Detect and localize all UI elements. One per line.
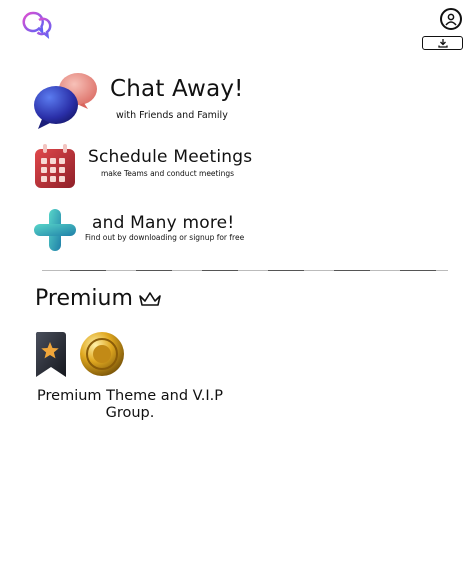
feature-title: and Many more! (92, 213, 235, 233)
feature-subtitle: with Friends and Family (116, 110, 228, 121)
feature-title: Chat Away! (110, 76, 244, 102)
user-circle-icon (445, 13, 457, 26)
gold-coin-icon (80, 332, 124, 376)
calendar-icon (35, 144, 75, 188)
premium-description: Premium Theme and V.I.P Group. (37, 388, 223, 421)
feature-subtitle: make Teams and conduct meetings (101, 169, 234, 178)
feature-subtitle: Find out by downloading or signup for fr… (85, 233, 245, 242)
download-button[interactable] (422, 36, 463, 50)
plus-icon (34, 209, 76, 251)
premium-heading: Premium (35, 286, 133, 311)
app-logo[interactable] (22, 10, 52, 40)
download-icon (437, 38, 448, 48)
star-bookmark-icon (35, 332, 66, 377)
speech-bubbles-icon (34, 73, 97, 129)
crown-icon (139, 292, 161, 306)
feature-title: Schedule Meetings (88, 147, 253, 167)
chat-bubbles-logo-icon (22, 11, 52, 39)
divider (42, 270, 448, 272)
profile-button[interactable] (440, 8, 462, 30)
